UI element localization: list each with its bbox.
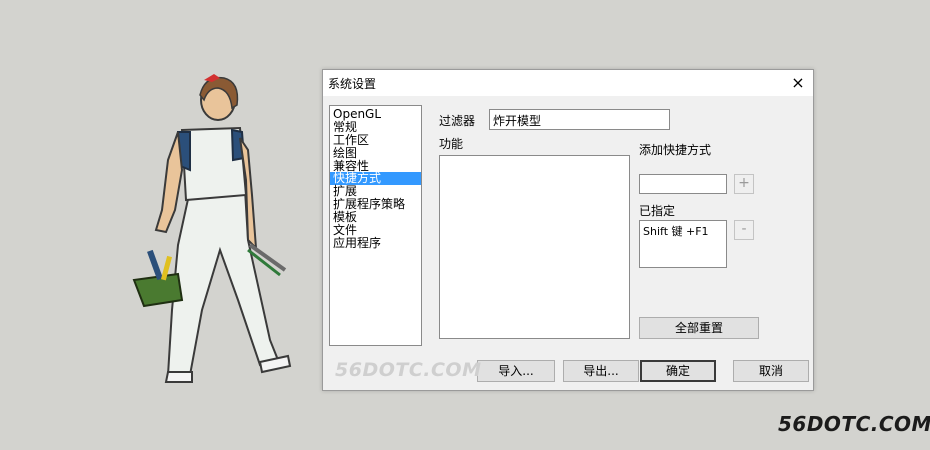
add-shortcut-input[interactable] <box>639 174 727 194</box>
dialog-title: 系统设置 <box>328 77 377 91</box>
close-icon[interactable]: × <box>783 70 813 96</box>
add-shortcut-label: 添加快捷方式 <box>639 143 712 157</box>
assigned-item[interactable]: Shift 键 +F1 <box>643 223 723 239</box>
dialog-titlebar: 系统设置 × <box>323 70 813 96</box>
category-item[interactable]: 常规 <box>330 120 421 134</box>
category-item[interactable]: 工作区 <box>330 133 421 147</box>
add-shortcut-button[interactable]: + <box>734 174 754 194</box>
function-list[interactable] <box>439 155 630 339</box>
worker-illustration <box>132 74 292 383</box>
category-list[interactable]: OpenGL 常规 工作区 绘图 兼容性 快捷方式 扩展 扩展程序策略 模板 文件 应用程序 <box>329 105 422 346</box>
import-button[interactable]: 导入... <box>477 360 555 382</box>
category-item[interactable]: OpenGL <box>330 108 421 121</box>
watermark-outer: 56DOTC.COM <box>778 412 930 436</box>
cancel-button[interactable]: 取消 <box>733 360 809 382</box>
category-item[interactable]: 绘图 <box>330 146 421 160</box>
filter-input[interactable]: 炸开模型 <box>489 109 670 130</box>
remove-shortcut-button[interactable]: - <box>734 220 754 240</box>
category-item[interactable]: 应用程序 <box>330 237 421 250</box>
category-item[interactable]: 文件 <box>330 224 421 237</box>
system-settings-dialog: 系统设置 × OpenGL 常规 工作区 绘图 兼容性 快捷方式 扩展 扩展程序策略 模板 文件应… <box>322 69 814 391</box>
watermark-inner: 56DOTC.COM <box>335 359 482 381</box>
function-label: 功能 <box>439 137 464 151</box>
assigned-list[interactable]: Shift 键 +F1 <box>639 220 727 268</box>
assigned-label: 已指定 <box>639 204 676 218</box>
export-button[interactable]: 导出... <box>563 360 639 382</box>
filter-label: 过滤器 <box>439 114 476 128</box>
reset-all-button[interactable]: 全部重置 <box>639 317 759 339</box>
ok-button[interactable]: 确定 <box>640 360 716 382</box>
